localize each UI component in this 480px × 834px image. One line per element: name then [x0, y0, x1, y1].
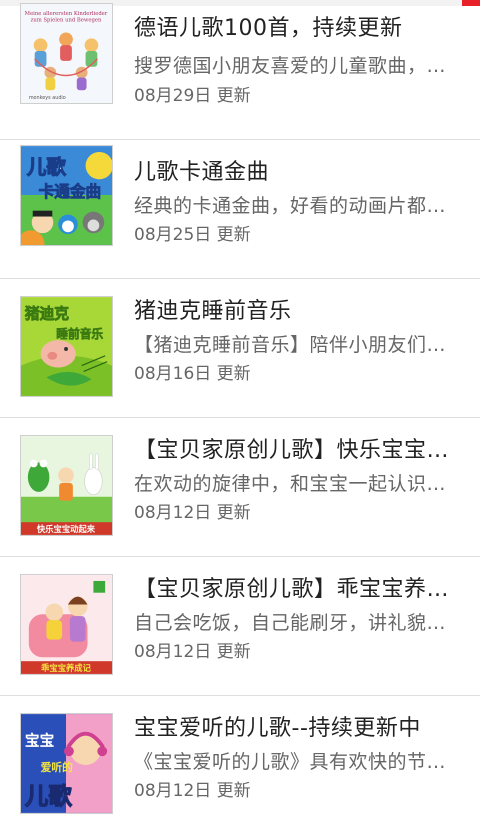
album-description: 搜罗德国小朋友喜爱的儿童歌曲，让宝宝在快乐中学习	[134, 55, 448, 77]
album-cover-art: 猪迪克 睡前音乐	[21, 297, 112, 396]
album-cover-image: 乖宝宝养成记	[20, 574, 113, 675]
album-description: 在欢动的旋律中，和宝宝一起认识身体的各个部位	[134, 473, 448, 495]
album-cover-art: 快乐宝宝动起来	[21, 436, 112, 535]
list-item[interactable]: 快乐宝宝动起来 【宝贝家原创儿歌】快乐宝宝动起来 在欢动的旋律中，和宝宝一起认识…	[0, 417, 480, 556]
album-title: 【宝贝家原创儿歌】快乐宝宝动起来	[134, 438, 454, 463]
list-item[interactable]: 猪迪克 睡前音乐 猪迪克睡前音乐 【猪迪克睡前音乐】陪伴小朋友们进入甜美的梦乡 …	[0, 278, 480, 417]
album-description: 【猪迪克睡前音乐】陪伴小朋友们进入甜美的梦乡	[134, 334, 448, 356]
cover-line3: 儿歌	[25, 782, 72, 810]
cover-caption: 乖宝宝养成记	[41, 663, 91, 673]
update-date: 08月12日 更新	[134, 503, 251, 523]
album-title: 猪迪克睡前音乐	[134, 299, 292, 324]
cover-line2: 卡通金曲	[39, 182, 102, 201]
album-cover-image: 快乐宝宝动起来	[20, 435, 113, 536]
album-cover-image: 猪迪克 睡前音乐	[20, 296, 113, 397]
update-date: 08月16日 更新	[134, 364, 251, 384]
update-date: 08月12日 更新	[134, 642, 251, 662]
album-list[interactable]: Meine allerersten Kinderlieder zum Spiel…	[0, 0, 480, 834]
album-title: 儿歌卡通金曲	[134, 160, 270, 185]
album-cover-image: Meine allerersten Kinderlieder zum Spiel…	[20, 3, 113, 104]
update-date: 08月29日 更新	[134, 86, 251, 106]
cover-line2: 睡前音乐	[56, 327, 103, 341]
list-item[interactable]: Meine allerersten Kinderlieder zum Spiel…	[0, 0, 480, 139]
cover-line2: 爱听的	[41, 761, 74, 774]
album-cover-image: 儿歌 卡通金曲	[20, 145, 113, 246]
album-title: 宝宝爱听的儿歌--持续更新中	[134, 716, 421, 741]
cover-line1: Meine allerersten Kinderlieder	[25, 11, 108, 17]
cover-line1: 儿歌	[26, 155, 67, 178]
list-item[interactable]: 乖宝宝养成记 【宝贝家原创儿歌】乖宝宝养成记 自己会吃饭，自己能刷牙，讲礼貌的好…	[0, 556, 480, 695]
album-title: 德语儿歌100首，持续更新	[134, 16, 403, 41]
album-title: 【宝贝家原创儿歌】乖宝宝养成记	[134, 577, 454, 602]
cover-line2: zum Spielen und Bewegen	[31, 18, 102, 24]
cover-line1: 猪迪克	[24, 305, 69, 323]
update-date: 08月25日 更新	[134, 225, 251, 245]
album-description: 经典的卡通金曲，好看的动画片都有好听的歌曲	[134, 195, 448, 217]
album-cover-art: 儿歌 卡通金曲	[21, 146, 112, 245]
album-description: 《宝宝爱听的儿歌》具有欢快的节奏和优美的旋律	[134, 751, 448, 773]
list-item[interactable]: 儿歌 卡通金曲 儿歌卡通金曲 经典的卡通金曲，好看的动画片都有好听的歌曲 08月…	[0, 139, 480, 278]
album-description: 自己会吃饭，自己能刷牙，讲礼貌的好宝宝	[134, 612, 448, 634]
cover-caption: 快乐宝宝动起来	[36, 524, 96, 534]
album-cover-image: 宝宝 爱听的 儿歌	[20, 713, 113, 814]
update-date: 08月12日 更新	[134, 781, 251, 801]
list-item[interactable]: 宝宝 爱听的 儿歌 宝宝爱听的儿歌--持续更新中 《宝宝爱听的儿歌》具有欢快的节…	[0, 695, 480, 834]
album-cover-art: Meine allerersten Kinderlieder zum Spiel…	[21, 4, 112, 103]
cover-line1: 宝宝	[25, 731, 54, 749]
cover-brand: monkeys audio	[29, 95, 66, 101]
album-cover-art: 宝宝 爱听的 儿歌	[21, 714, 112, 813]
album-cover-art: 乖宝宝养成记	[21, 575, 112, 674]
